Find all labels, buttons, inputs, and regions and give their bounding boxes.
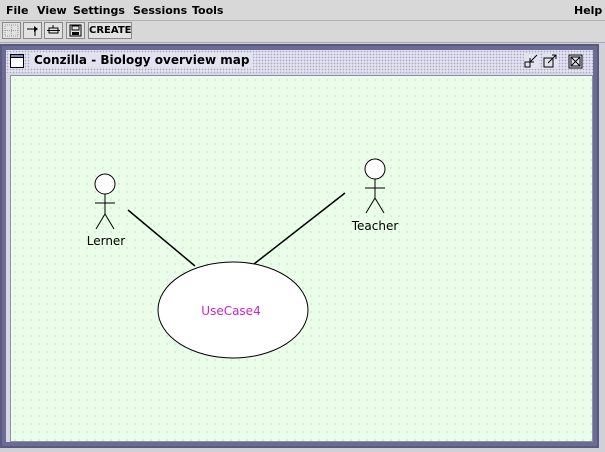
menu-help[interactable]: Help bbox=[574, 4, 602, 17]
menu-bar: File View Settings Sessions Tools Help bbox=[0, 0, 605, 21]
menu-file[interactable]: File bbox=[6, 4, 29, 17]
select-grid-button[interactable] bbox=[2, 22, 21, 39]
maximize-icon[interactable] bbox=[543, 54, 558, 69]
link-tool-button[interactable] bbox=[44, 22, 63, 39]
toolbar: CREATE bbox=[0, 21, 605, 43]
desktop-edge bbox=[599, 44, 605, 452]
menu-view[interactable]: View bbox=[37, 4, 67, 17]
map-canvas[interactable]: Lerner Teacher UseCase4 bbox=[10, 75, 593, 442]
usecase-ellipse[interactable]: UseCase4 bbox=[157, 261, 309, 359]
window-icon bbox=[10, 54, 24, 68]
link-tool-icon bbox=[47, 25, 60, 34]
close-icon[interactable] bbox=[568, 54, 583, 69]
pointer-tool-button[interactable] bbox=[23, 22, 42, 39]
select-grid-icon bbox=[4, 24, 19, 37]
pointer-tool-icon bbox=[27, 26, 38, 36]
actor-lerner[interactable]: Lerner bbox=[87, 173, 126, 248]
window-titlebar[interactable]: Conzilla - Biology overview map bbox=[6, 50, 593, 73]
save-button[interactable] bbox=[66, 22, 85, 39]
actor-label-teacher: Teacher bbox=[351, 219, 399, 233]
window-title: Conzilla - Biology overview map bbox=[30, 53, 254, 67]
minimize-icon[interactable] bbox=[524, 54, 539, 69]
actor-teacher[interactable]: Teacher bbox=[351, 158, 399, 233]
menu-settings[interactable]: Settings bbox=[73, 4, 125, 17]
usecase-label: UseCase4 bbox=[201, 304, 260, 318]
menu-tools[interactable]: Tools bbox=[192, 4, 223, 17]
map-window: Conzilla - Biology overview map Lerner T… bbox=[0, 44, 599, 448]
association-line-lerner[interactable] bbox=[127, 209, 196, 267]
create-button[interactable]: CREATE bbox=[88, 22, 132, 39]
actor-label-lerner: Lerner bbox=[87, 234, 126, 248]
save-icon bbox=[69, 24, 82, 37]
menu-sessions[interactable]: Sessions bbox=[133, 4, 187, 17]
association-line-teacher[interactable] bbox=[253, 192, 346, 265]
